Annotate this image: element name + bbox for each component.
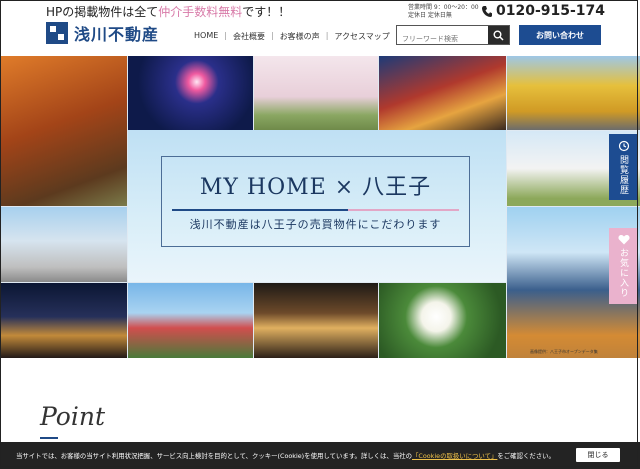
hero-banner: MY HOME × 八王子 浅川不動産は八王子の売買物件にこだわります <box>128 130 506 282</box>
phone-text: 0120-915-174 <box>496 3 606 19</box>
tagline-prefix: HPの掲載物件は全て <box>46 5 159 19</box>
contact-button[interactable]: お問い合わせ <box>519 25 601 45</box>
hero-subtitle: 浅川不動産は八王子の売買物件にこだわります <box>189 218 442 231</box>
cookie-text-after: をご確認ください。 <box>497 452 555 460</box>
heart-icon <box>617 235 630 245</box>
tagline-suffix: です！！ <box>242 5 291 19</box>
phone-icon <box>482 5 492 17</box>
photo-carp-streamers <box>128 283 253 358</box>
closed-days-line: 定休日 定休日無 <box>408 12 452 19</box>
search-box <box>396 25 510 48</box>
photo-fireworks <box>128 56 253 130</box>
hero-title: MY HOME × 八王子 <box>199 175 432 200</box>
photo-autumn-trees <box>0 56 127 206</box>
hero-divider <box>172 209 459 211</box>
favorites-button[interactable]: お気に入り <box>609 228 638 304</box>
nav-access-map[interactable]: アクセスマップ <box>328 31 395 42</box>
nav-company[interactable]: 会社概要 <box>227 31 271 42</box>
cookie-policy-link[interactable]: 「Cookieの取扱いについて」 <box>412 452 497 460</box>
photo-white-lilies <box>379 283 506 358</box>
tagline: HPの掲載物件は全て仲介手数料無料です！！ <box>46 3 290 20</box>
photo-cherry-blossoms <box>254 56 378 130</box>
favorite-label: お気に入り <box>618 248 628 298</box>
main-nav: HOME | 会社概要 | お客様の声 | アクセスマップ <box>188 31 396 42</box>
cookie-close-button[interactable]: 閉じる <box>576 448 620 462</box>
photo-city-buildings <box>0 207 127 282</box>
browsing-history-button[interactable]: 閲覧履歴 <box>609 134 638 200</box>
search-icon <box>493 30 504 41</box>
history-label: 閲覧履歴 <box>618 155 628 195</box>
nav-home[interactable]: HOME <box>188 31 224 42</box>
photo-night-view <box>0 283 127 358</box>
point-heading: Point <box>40 402 106 431</box>
point-underline <box>40 437 58 439</box>
photo-festival-floats <box>379 56 506 130</box>
nav-voices[interactable]: お客様の声 <box>274 31 326 42</box>
photo-shrine-festival <box>254 283 378 358</box>
phone-number[interactable]: 0120-915-174 <box>482 3 605 19</box>
tagline-highlight: 仲介手数料無料 <box>158 5 243 19</box>
hours-line: 営業時間 9：00～20：00 <box>408 4 479 11</box>
logo-building-icon <box>46 22 68 44</box>
logo-text: 浅川不動産 <box>74 25 160 44</box>
site-logo[interactable]: 浅川不動産 <box>46 21 159 45</box>
cookie-consent-bar: 当サイトでは、お客様の当サイト利用状況把握、サービス向上検討を目的として、クッキ… <box>0 442 640 469</box>
photo-credit: 画像提供：八王子市オープンデータ集 <box>530 349 598 354</box>
site-header: HPの掲載物件は全て仲介手数料無料です！！ 浅川不動産 HOME | 会社概要 | … <box>0 0 640 56</box>
business-hours: 営業時間 9：00～20：00 定休日 定休日無 <box>408 4 479 20</box>
photo-ginkgo-avenue <box>507 56 640 130</box>
cookie-message: 当サイトでは、お客様の当サイト利用状況把握、サービス向上検討を目的として、クッキ… <box>16 451 555 460</box>
hero-frame: MY HOME × 八王子 浅川不動産は八王子の売買物件にこだわります <box>161 156 470 247</box>
hero-collage: MY HOME × 八王子 浅川不動産は八王子の売買物件にこだわります 画像提供… <box>0 56 640 358</box>
history-clock-icon <box>618 140 629 152</box>
search-button[interactable] <box>488 26 509 44</box>
search-input[interactable] <box>397 30 499 48</box>
cookie-text-before: 当サイトでは、お客様の当サイト利用状況把握、サービス向上検討を目的として、クッキ… <box>16 452 412 460</box>
